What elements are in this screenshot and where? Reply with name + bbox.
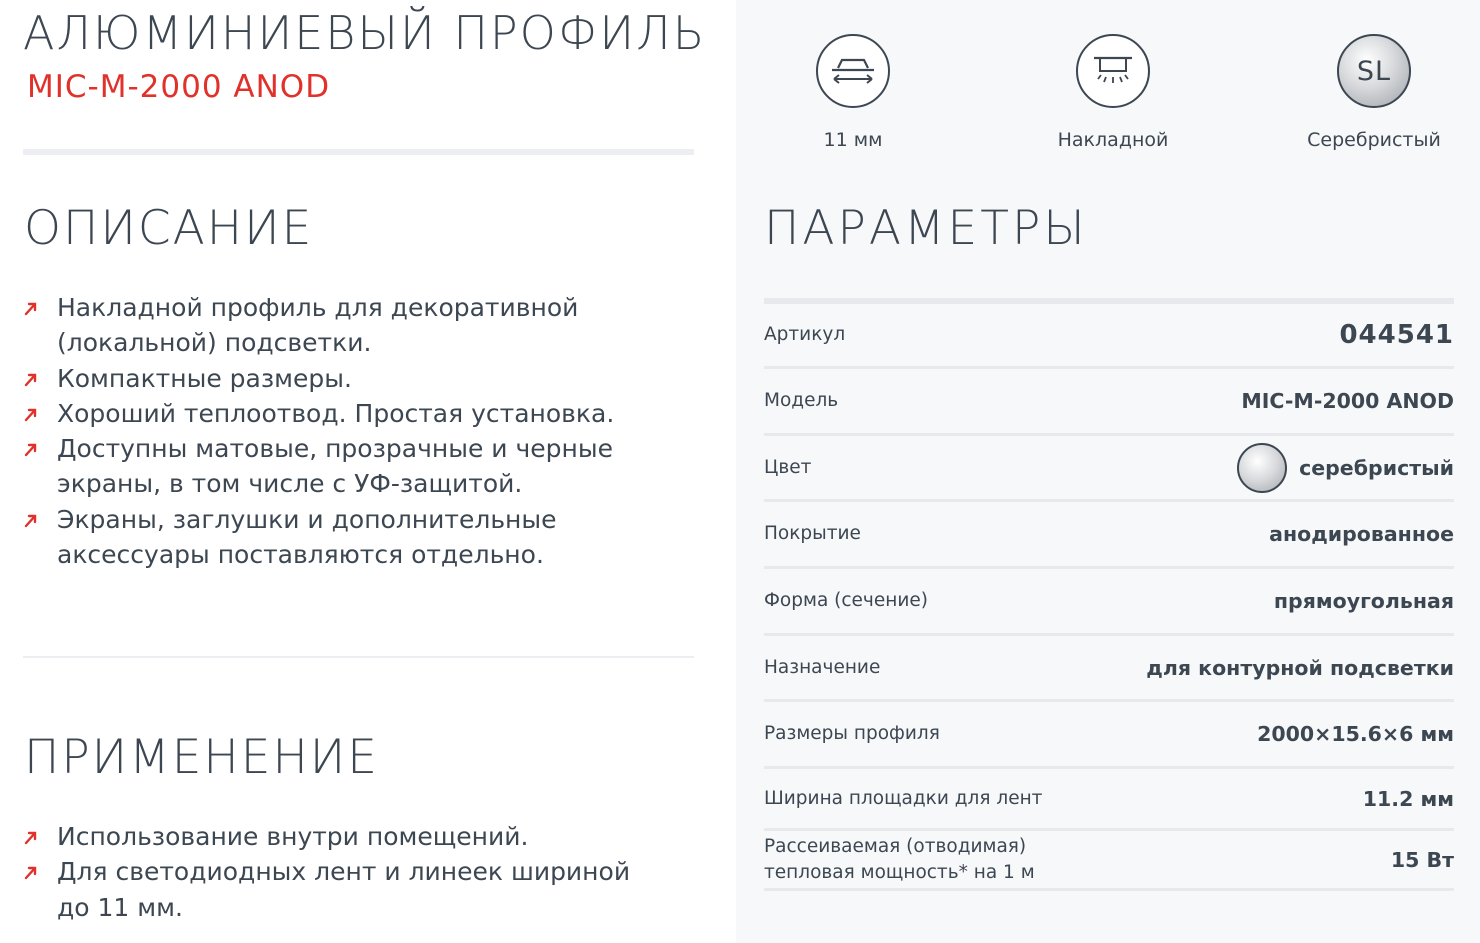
param-row: Размеры профиля 2000×15.6×6 мм: [764, 702, 1454, 769]
arrow-icon: [24, 443, 37, 457]
color-swatch: [1237, 442, 1288, 493]
list-item: Для светодиодных лент и линеек шириной д…: [24, 854, 664, 925]
param-row: Ширина площадки для лент 11.2 мм: [764, 769, 1454, 831]
param-key: Рассеиваемая (отводимая) тепловая мощнос…: [764, 834, 1035, 886]
list-item: Накладной профиль для декоративной (лока…: [24, 290, 664, 361]
param-key-line: тепловая мощность* на 1 м: [764, 861, 1035, 883]
param-key: Цвет: [764, 456, 812, 478]
width-profile-icon: [816, 34, 890, 108]
param-value: MIC-M-2000 ANOD: [1241, 389, 1454, 413]
param-row: Назначение для контурной подсветки: [764, 636, 1454, 702]
feature-color: SL Серебристый: [1284, 34, 1464, 152]
description-list: Накладной профиль для декоративной (лока…: [24, 290, 664, 572]
arrow-icon: [24, 514, 37, 527]
silver-color-icon: SL: [1337, 34, 1411, 108]
list-item-text: Доступны матовые, прозрачные и черные эк…: [57, 434, 613, 499]
param-key: Форма (сечение): [764, 590, 928, 611]
param-value: анодированное: [1269, 522, 1454, 546]
arrow-icon: [24, 373, 37, 386]
feature-width: 11 мм: [763, 34, 943, 152]
list-item-text: Хороший теплоотвод. Простая установка.: [57, 398, 615, 428]
feature-label: Накладной: [1057, 129, 1169, 151]
list-item-text: Для светодиодных лент и линеек шириной д…: [57, 857, 631, 922]
list-item: Компактные размеры.: [24, 361, 664, 396]
feature-label: Серебристый: [1307, 129, 1441, 151]
param-row: Покрытие анодированное: [764, 502, 1454, 569]
param-value: 11.2 мм: [1362, 786, 1454, 811]
arrow-icon: [24, 831, 37, 845]
param-value: для контурной подсветки: [1146, 655, 1454, 680]
product-model: MIC-M-2000 ANOD: [27, 69, 331, 105]
application-list: Использование внутри помещений. Для свет…: [24, 819, 664, 925]
product-title: АЛЮМИНИЕВЫЙ ПРОФИЛЬ: [23, 6, 707, 60]
param-row: Модель MIC-M-2000 ANOD: [764, 369, 1454, 436]
param-value: прямоугольная: [1273, 589, 1454, 613]
feature-label: 11 мм: [823, 129, 883, 151]
divider: [23, 149, 694, 155]
param-value: 044541: [1339, 320, 1454, 350]
list-item: Хороший теплоотвод. Простая установка.: [24, 396, 664, 431]
list-item-text: Экраны, заглушки и дополнительные аксесс…: [57, 504, 557, 570]
param-row: Рассеиваемая (отводимая) тепловая мощнос…: [764, 831, 1454, 891]
param-row: Артикул 044541: [764, 304, 1454, 369]
arrow-icon: [24, 867, 37, 880]
param-key-line: Рассеиваемая (отводимая): [764, 835, 1027, 857]
surface-mount-icon: [1076, 34, 1150, 108]
list-item-text: Использование внутри помещений.: [57, 822, 529, 851]
divider: [23, 656, 694, 658]
param-key: Ширина площадки для лент: [764, 787, 1043, 809]
param-key: Размеры профиля: [764, 723, 940, 744]
list-item-text: Компактные размеры.: [57, 363, 352, 393]
application-heading: ПРИМЕНЕНИЕ: [24, 730, 379, 785]
list-item: Экраны, заглушки и дополнительные аксесс…: [24, 502, 664, 573]
description-heading: ОПИСАНИЕ: [24, 201, 314, 256]
list-item: Использование внутри помещений.: [24, 819, 664, 854]
param-key: Артикул: [764, 324, 846, 345]
list-item: Доступны матовые, прозрачные и черные эк…: [24, 431, 664, 502]
feature-mount: Накладной: [1023, 34, 1203, 152]
param-row: Форма (сечение) прямоугольная: [764, 569, 1454, 636]
list-item-text: Накладной профиль для декоративной (лока…: [57, 293, 579, 358]
arrow-icon: [24, 408, 37, 422]
param-value: 2000×15.6×6 мм: [1257, 722, 1454, 746]
param-key: Модель: [764, 390, 839, 411]
param-value: серебристый: [1237, 442, 1454, 493]
description-panel: АЛЮМИНИЕВЫЙ ПРОФИЛЬ MIC-M-2000 ANOD ОПИС…: [0, 0, 736, 943]
parameters-heading: ПАРАМЕТРЫ: [764, 201, 1088, 256]
param-value: 15 Вт: [1390, 847, 1454, 872]
param-value-text: серебристый: [1299, 455, 1454, 480]
param-key: Назначение: [764, 656, 881, 678]
param-key: Покрытие: [764, 523, 861, 544]
arrow-icon: [24, 302, 37, 316]
param-row: Цвет серебристый: [764, 436, 1454, 502]
